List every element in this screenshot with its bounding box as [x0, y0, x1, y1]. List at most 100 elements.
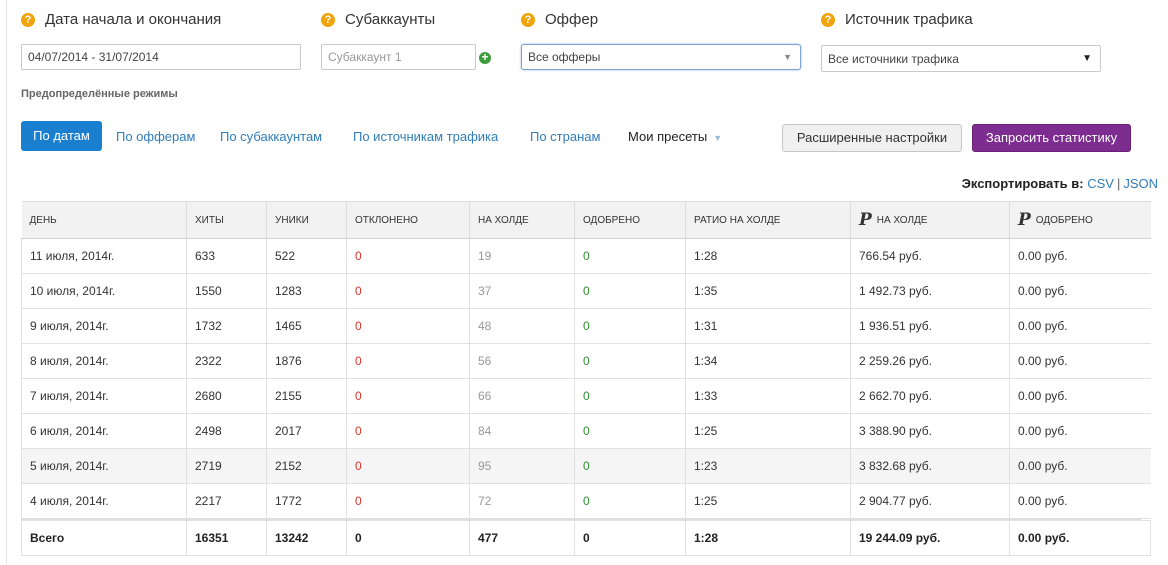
cell-rejected: 0 — [346, 483, 470, 519]
cell-money-on-hold: 3 388.90 руб. — [850, 413, 1010, 449]
cell-uniques: 1283 — [266, 273, 347, 309]
cell-day: 10 июля, 2014г. — [21, 273, 187, 309]
cell-hold-ratio: 1:28 — [685, 238, 851, 274]
tab-by-subaccounts[interactable]: По субаккаунтам — [220, 129, 322, 144]
cell-day: 6 июля, 2014г. — [21, 413, 187, 449]
date-range-input[interactable]: 04/07/2014 - 31/07/2014 — [21, 44, 301, 70]
total-cell-uniques: 13242 — [266, 520, 347, 556]
cell-hold-ratio: 1:23 — [685, 448, 851, 484]
advanced-settings-button[interactable]: Расширенные настройки — [782, 124, 962, 152]
col-header-day[interactable]: День — [21, 201, 187, 239]
cell-hits: 2322 — [186, 343, 267, 379]
col-header-uniques[interactable]: Уники — [266, 201, 347, 239]
offer-label-text: Оффер — [545, 11, 599, 28]
offer-select[interactable]: Все офферы ▼ — [521, 44, 801, 70]
chevron-down-icon: ▼ — [783, 52, 792, 62]
cell-on-hold: 48 — [469, 308, 575, 344]
cell-money-approved: 0.00 руб. — [1009, 378, 1151, 414]
cell-rejected: 0 — [346, 378, 470, 414]
add-subaccount-icon[interactable]: + — [479, 51, 491, 64]
presets-label: Предопределённые режимы — [21, 88, 178, 100]
total-cell-on-hold: 477 — [469, 520, 575, 556]
cell-rejected: 0 — [346, 273, 470, 309]
cell-day: 7 июля, 2014г. — [21, 378, 187, 414]
cell-money-approved: 0.00 руб. — [1009, 273, 1151, 309]
cell-on-hold: 84 — [469, 413, 575, 449]
col-header-money-on-hold[interactable]: Р На холде — [850, 201, 1010, 239]
cell-approved: 0 — [574, 238, 686, 274]
subaccount-input[interactable]: Субаккаунт 1 — [321, 44, 476, 70]
cell-on-hold: 19 — [469, 238, 575, 274]
tab-by-countries[interactable]: По странам — [530, 129, 600, 144]
tab-by-traffic-sources[interactable]: По источникам трафика — [353, 129, 498, 144]
cell-approved: 0 — [574, 483, 686, 519]
export-csv-link[interactable]: CSV — [1087, 176, 1114, 191]
total-cell-day: Всего — [21, 520, 187, 556]
chevron-down-icon: ▼ — [1082, 53, 1092, 64]
cell-approved: 0 — [574, 343, 686, 379]
cell-uniques: 2152 — [266, 448, 347, 484]
export-json-link[interactable]: JSON — [1123, 176, 1158, 191]
tab-by-offers[interactable]: По офферам — [116, 129, 195, 144]
col-header-hits[interactable]: Хиты — [186, 201, 267, 239]
cell-hold-ratio: 1:33 — [685, 378, 851, 414]
my-presets-dropdown[interactable]: Мои пресеты ▼ — [628, 129, 722, 144]
table-row[interactable]: 6 июля, 2014г. 2498 2017 0 84 0 1:25 3 388.90 р… — [21, 413, 1151, 449]
cell-money-on-hold: 2 904.77 руб. — [850, 483, 1010, 519]
help-icon[interactable]: ? — [321, 13, 335, 27]
cell-on-hold: 72 — [469, 483, 575, 519]
export-separator: | — [1116, 176, 1121, 191]
export-links: Экспортировать в: CSV | JSON — [962, 176, 1158, 191]
cell-uniques: 522 — [266, 238, 347, 274]
traffic-source-select[interactable]: Все источники трафика ▼ — [821, 45, 1101, 72]
cell-hits: 1732 — [186, 308, 267, 344]
col-header-approved[interactable]: Одобрено — [574, 201, 686, 239]
cell-on-hold: 37 — [469, 273, 575, 309]
col-header-money-approved[interactable]: Р Одобрено — [1009, 201, 1151, 239]
cell-uniques: 2155 — [266, 378, 347, 414]
cell-money-on-hold: 2 259.26 руб. — [850, 343, 1010, 379]
cell-uniques: 1772 — [266, 483, 347, 519]
help-icon[interactable]: ? — [821, 13, 835, 27]
total-cell-rejected: 0 — [346, 520, 470, 556]
help-icon[interactable]: ? — [21, 13, 35, 27]
cell-approved: 0 — [574, 378, 686, 414]
tab-by-dates[interactable]: По датам — [21, 121, 102, 151]
cell-hold-ratio: 1:25 — [685, 483, 851, 519]
cell-hold-ratio: 1:34 — [685, 343, 851, 379]
help-icon[interactable]: ? — [521, 13, 535, 27]
request-stats-button[interactable]: Запросить статистику — [972, 124, 1131, 152]
table-row[interactable]: 9 июля, 2014г. 1732 1465 0 48 0 1:31 1 936.51 р… — [21, 308, 1151, 344]
table-row[interactable]: 11 июля, 2014г. 633 522 0 19 0 1:28 766.54 руб.… — [21, 238, 1151, 274]
table-row[interactable]: 10 июля, 2014г. 1550 1283 0 37 0 1:35 1 492.73 … — [21, 273, 1151, 309]
cell-money-approved: 0.00 руб. — [1009, 483, 1151, 519]
cell-hold-ratio: 1:35 — [685, 273, 851, 309]
total-cell-approved: 0 — [574, 520, 686, 556]
totals-row: Всего 16351 13242 0 477 0 1:28 19 244.09 руб. 0.… — [21, 520, 1151, 556]
table-header-row: День Хиты Уники Отклонено На холде Одобр… — [21, 201, 1151, 239]
cell-on-hold: 66 — [469, 378, 575, 414]
traffic-source-select-value: Все источники трафика — [828, 52, 959, 66]
date-range-label-text: Дата начала и окончания — [45, 11, 222, 28]
col-header-hold-ratio[interactable]: Ратио на холде — [685, 201, 851, 239]
col-header-on-hold[interactable]: На холде — [469, 201, 575, 239]
export-label: Экспортировать в: — [961, 176, 1084, 191]
table-row[interactable]: 4 июля, 2014г. 2217 1772 0 72 0 1:25 2 904.77 р… — [21, 483, 1151, 519]
totals-table: Всего 16351 13242 0 477 0 1:28 19 244.09 руб. 0.… — [21, 520, 1151, 556]
cell-money-approved: 0.00 руб. — [1009, 448, 1151, 484]
ruble-icon: Р — [1018, 210, 1031, 230]
cell-day: 4 июля, 2014г. — [21, 483, 187, 519]
cell-day: 5 июля, 2014г. — [21, 448, 187, 484]
cell-hits: 2217 — [186, 483, 267, 519]
cell-uniques: 2017 — [266, 413, 347, 449]
total-cell-hits: 16351 — [186, 520, 267, 556]
cell-uniques: 1876 — [266, 343, 347, 379]
col-header-money-approved-label: Одобрено — [1035, 215, 1093, 226]
subaccounts-label: ? Субаккаунты — [321, 11, 435, 28]
table-row[interactable]: 8 июля, 2014г. 2322 1876 0 56 0 1:34 2 259.26 р… — [21, 343, 1151, 379]
table-row[interactable]: 7 июля, 2014г. 2680 2155 0 66 0 1:33 2 662.70 р… — [21, 378, 1151, 414]
col-header-rejected[interactable]: Отклонено — [346, 201, 470, 239]
offer-select-value: Все офферы — [528, 50, 601, 64]
table-row[interactable]: 5 июля, 2014г. 2719 2152 0 95 0 1:23 3 832.68 р… — [21, 448, 1151, 484]
cell-on-hold: 56 — [469, 343, 575, 379]
